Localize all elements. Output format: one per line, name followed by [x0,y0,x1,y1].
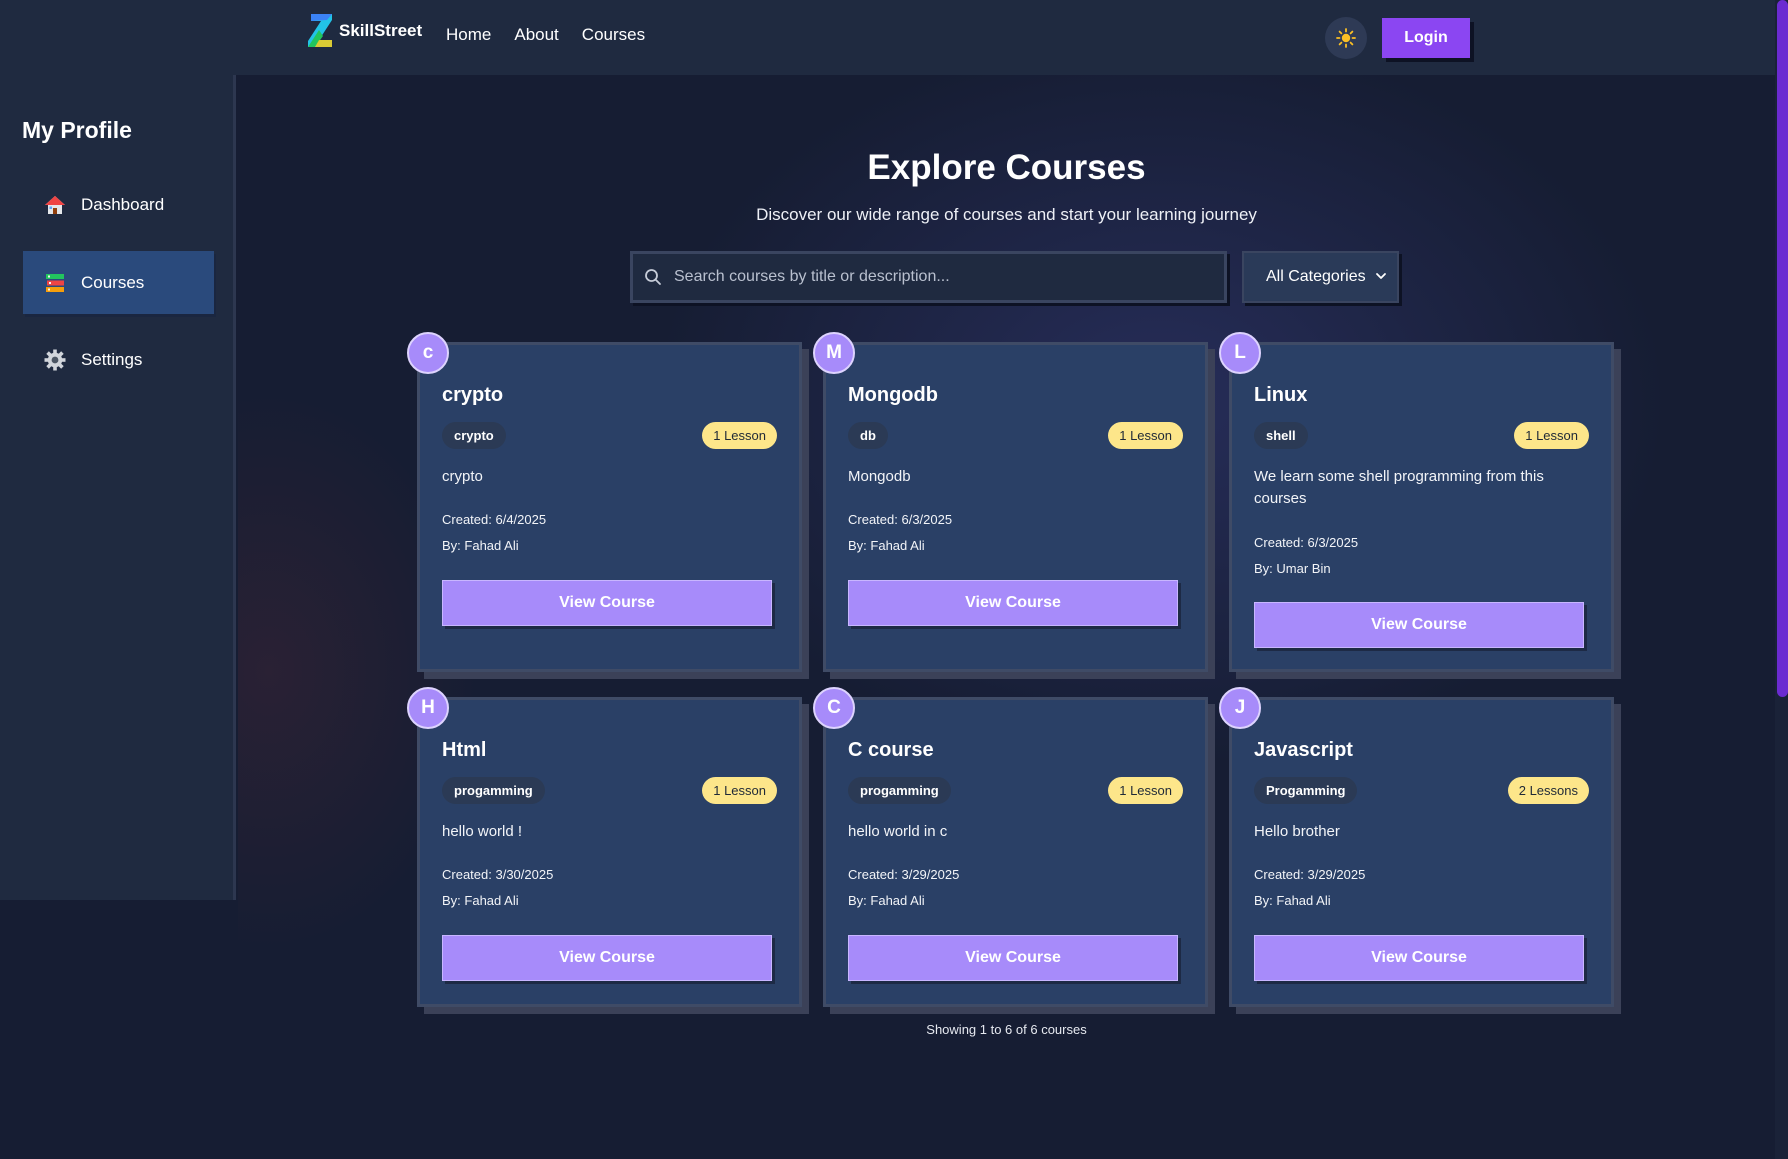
search-input[interactable] [674,268,1194,286]
lesson-count-badge: 1 Lesson [1514,422,1589,449]
course-description: crypto [442,468,483,485]
course-author: By: Fahad Ali [1254,893,1331,908]
course-category-tag: progamming [442,777,545,804]
course-title: Html [442,739,487,761]
scrollbar-thumb[interactable] [1777,0,1788,697]
course-title: crypto [442,384,504,406]
course-category-tag: db [848,422,888,449]
brand-name: SkillStreet [339,21,423,40]
course-card-javascript: J Javascript Progamming 2 Lessons Hello … [1219,687,1614,1007]
course-search-box[interactable] [630,251,1227,303]
sidebar-item-settings[interactable]: Settings [23,328,214,391]
lesson-count-badge: 1 Lesson [702,422,777,449]
sidebar-item-label: Settings [81,349,143,369]
nav-about-link[interactable]: About [514,25,558,45]
top-navbar: SkillStreet Home About Courses Login [0,0,1788,75]
course-category-tag: Progamming [1254,777,1358,804]
category-select[interactable]: All Categories [1242,251,1399,303]
brand-logo[interactable]: SkillStreet [305,10,422,52]
nav-courses-link[interactable]: Courses [582,25,645,45]
sun-icon [1336,28,1356,48]
course-avatar: M [813,332,855,374]
course-author: By: Fahad Ali [442,538,519,553]
view-course-button[interactable]: View Course [442,935,772,981]
course-created-date: Created: 6/3/2025 [848,512,953,527]
course-card-linux: L Linux shell 1 Lesson We learn some she… [1219,332,1614,672]
sidebar-item-dashboard[interactable]: Dashboard [23,173,214,236]
lesson-count-badge: 1 Lesson [1108,777,1183,804]
lesson-count-badge: 1 Lesson [1108,422,1183,449]
course-category-tag: progamming [848,777,951,804]
gear-icon [43,348,67,372]
course-avatar: C [813,687,855,729]
course-card-crypto: c crypto crypto 1 Lesson crypto Created:… [407,332,802,672]
sidebar-item-label: Courses [81,272,145,292]
sidebar-title: My Profile [22,117,132,143]
profile-sidebar: My Profile Dashboard Courses Settings [0,75,236,900]
course-title: C course [848,739,934,761]
course-title: Linux [1254,384,1308,406]
course-card-mongodb: M Mongodb db 1 Lesson Mongodb Created: 6… [813,332,1208,672]
course-title: Javascript [1254,739,1353,761]
course-title: Mongodb [848,384,938,406]
course-avatar: J [1219,687,1261,729]
view-course-button[interactable]: View Course [848,935,1178,981]
page-subtitle: Discover our wide range of courses and s… [756,205,1257,224]
course-avatar: H [407,687,449,729]
course-created-date: Created: 3/30/2025 [442,867,554,882]
course-author: By: Fahad Ali [442,893,519,908]
category-select-value: All Categories [1266,268,1366,285]
skillstreet-logo-icon [308,14,332,47]
course-created-date: Created: 3/29/2025 [1254,867,1366,882]
sidebar-item-courses[interactable]: Courses [23,251,214,314]
course-created-date: Created: 6/3/2025 [1254,535,1359,550]
course-created-date: Created: 3/29/2025 [848,867,960,882]
course-created-date: Created: 6/4/2025 [442,512,547,527]
pagination-summary: Showing 1 to 6 of 6 courses [926,1022,1087,1037]
lesson-count-badge: 2 Lessons [1507,777,1589,804]
course-category-tag: crypto [442,422,506,449]
course-author: By: Fahad Ali [848,893,925,908]
view-course-button[interactable]: View Course [1254,935,1584,981]
course-author: By: Fahad Ali [848,538,925,553]
view-course-button[interactable]: View Course [1254,602,1584,648]
course-avatar: c [407,332,449,374]
books-icon [43,271,67,295]
course-category-tag: shell [1254,422,1308,449]
view-course-button[interactable]: View Course [442,580,772,626]
view-course-button[interactable]: View Course [848,580,1178,626]
course-description: Mongodb [848,468,911,485]
theme-toggle-button[interactable] [1325,17,1367,59]
page-scrollbar[interactable] [1775,0,1788,1159]
nav-home-link[interactable]: Home [446,25,491,45]
main-nav: Home About Courses [446,25,645,45]
course-avatar: L [1219,332,1261,374]
login-button[interactable]: Login [1382,18,1470,58]
course-card-c-course: C C course progamming 1 Lesson hello wor… [813,687,1208,1007]
course-card-html: H Html progamming 1 Lesson hello world !… [407,687,802,1007]
course-description: hello world ! [442,823,523,840]
sidebar-item-label: Dashboard [81,194,165,214]
page-title: Explore Courses [867,148,1146,187]
course-description: We learn some shell programming from thi… [1254,468,1544,507]
course-author: By: Umar Bin [1254,561,1331,576]
house-icon [43,193,67,217]
course-description: hello world in c [848,823,948,840]
search-icon [644,267,664,287]
course-description: Hello brother [1254,823,1340,840]
chevron-down-icon [1376,273,1386,279]
lesson-count-badge: 1 Lesson [702,777,777,804]
